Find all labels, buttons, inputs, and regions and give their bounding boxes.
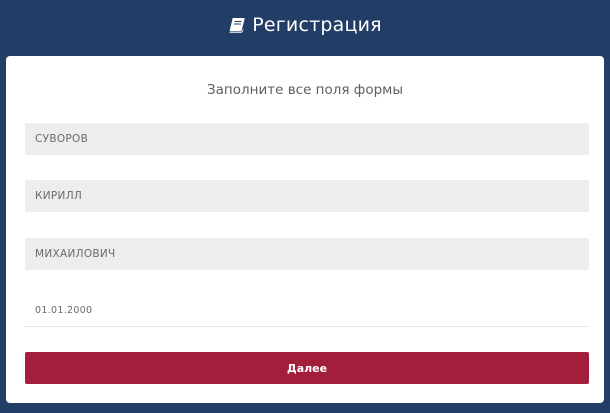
birth-date-field[interactable] (25, 295, 589, 327)
page-header: Регистрация (0, 0, 610, 50)
form-subtitle: Заполните все поля формы (206, 82, 404, 98)
first-name-field[interactable] (25, 180, 589, 212)
next-button[interactable]: Далее (25, 352, 589, 384)
last-name-field[interactable] (25, 123, 589, 155)
registration-form-card: Заполните все поля формы Далее (6, 56, 604, 403)
page-title: Регистрация (252, 14, 382, 36)
middle-name-field[interactable] (25, 238, 589, 270)
header-title-group: Регистрация (228, 14, 382, 36)
book-icon (228, 17, 246, 34)
